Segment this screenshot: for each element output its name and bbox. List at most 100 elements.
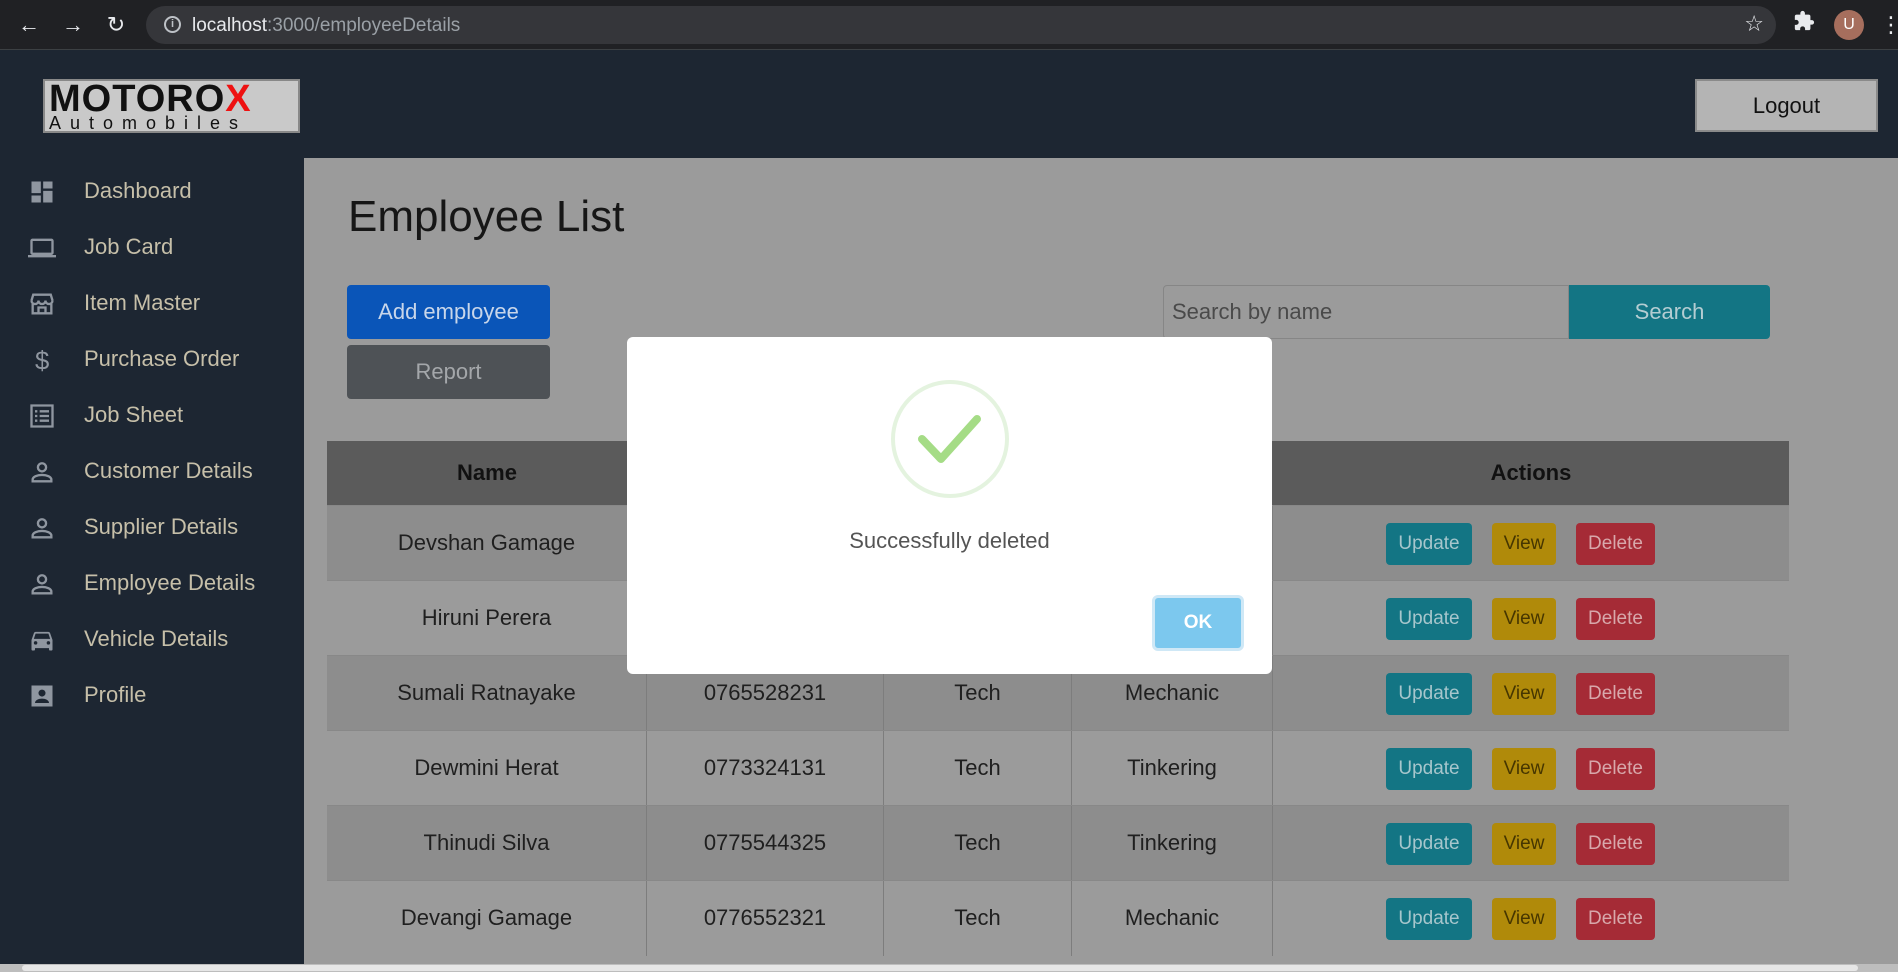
row-actions: Update View Delete xyxy=(1273,506,1789,581)
sidebar-item-profile[interactable]: Profile xyxy=(0,668,304,724)
sidebar-item-label: Purchase Order xyxy=(84,346,240,371)
sidebar-item-job-card[interactable]: Job Card xyxy=(0,220,304,276)
url-host: localhost xyxy=(192,15,267,36)
employee-phone: 0776552321 xyxy=(647,881,884,956)
view-button[interactable]: View xyxy=(1492,748,1556,790)
extensions-puzzle-icon[interactable] xyxy=(1790,10,1818,38)
delete-button[interactable]: Delete xyxy=(1576,748,1655,790)
success-message: Successfully deleted xyxy=(849,528,1050,553)
dollar-icon: $ xyxy=(35,347,49,374)
report-button[interactable]: Report xyxy=(347,345,550,399)
site-info-icon[interactable]: i xyxy=(164,16,181,33)
delete-button[interactable]: Delete xyxy=(1576,598,1655,640)
bookmark-star-icon[interactable]: ☆ xyxy=(1744,11,1764,37)
employee-name: Dewmini Herat xyxy=(327,731,647,806)
back-arrow-icon[interactable]: ← xyxy=(14,10,44,40)
employee-name: Sumali Ratnayake xyxy=(327,656,647,731)
view-button[interactable]: View xyxy=(1492,523,1556,565)
row-actions: Update View Delete xyxy=(1273,656,1789,731)
update-button[interactable]: Update xyxy=(1386,598,1472,640)
search-input[interactable]: Search by name xyxy=(1163,285,1569,339)
person-icon xyxy=(31,518,53,539)
laptop-icon xyxy=(28,238,56,258)
sidebar-item-label: Customer Details xyxy=(84,458,253,483)
address-bar[interactable]: i localhost:3000/employeeDetails ☆ xyxy=(146,6,1776,44)
page-title: Employee List xyxy=(348,192,625,241)
person-icon xyxy=(31,462,53,483)
update-button[interactable]: Update xyxy=(1386,523,1472,565)
view-button[interactable]: View xyxy=(1492,673,1556,715)
profile-card-icon xyxy=(31,685,53,707)
search-button[interactable]: Search xyxy=(1569,285,1770,339)
url-text[interactable]: localhost:3000/employeeDetails xyxy=(192,15,460,37)
sidebar-item-supplier-details[interactable]: Supplier Details xyxy=(0,500,304,556)
logo-subtitle: Automobiles xyxy=(49,113,248,133)
forward-arrow-icon[interactable]: → xyxy=(58,10,88,40)
app-header: MOTOROX Automobiles Logout xyxy=(0,50,1898,158)
employee-name: Devshan Gamage xyxy=(327,506,647,581)
sidebar-item-label: Item Master xyxy=(84,290,201,315)
store-icon xyxy=(30,293,54,315)
row-actions: Update View Delete xyxy=(1273,731,1789,806)
sidebar-item-label: Profile xyxy=(84,682,147,707)
sidebar-item-label: Job Card xyxy=(84,234,174,259)
sidebar-item-dashboard[interactable]: Dashboard xyxy=(0,164,304,220)
view-button[interactable]: View xyxy=(1492,898,1556,940)
update-button[interactable]: Update xyxy=(1386,748,1472,790)
sidebar-item-employee-details[interactable]: Employee Details xyxy=(0,556,304,612)
profile-avatar[interactable]: U xyxy=(1834,10,1864,40)
checkmark-icon xyxy=(918,415,981,463)
scrollbar-thumb[interactable] xyxy=(22,965,1858,971)
view-button[interactable]: View xyxy=(1492,598,1556,640)
sidebar-item-label: Supplier Details xyxy=(84,514,239,539)
motorox-logo[interactable]: MOTOROX Automobiles xyxy=(43,79,300,133)
employee-name: Thinudi Silva xyxy=(327,806,647,881)
employee-name: Devangi Gamage xyxy=(327,881,647,956)
view-button[interactable]: View xyxy=(1492,823,1556,865)
update-button[interactable]: Update xyxy=(1386,823,1472,865)
delete-button[interactable]: Delete xyxy=(1576,523,1655,565)
sidebar-item-vehicle-details[interactable]: Vehicle Details xyxy=(0,612,304,668)
sidebar-item-item-master[interactable]: Item Master xyxy=(0,276,304,332)
sidebar-item-purchase-order[interactable]: $ Purchase Order xyxy=(0,332,304,388)
delete-button[interactable]: Delete xyxy=(1576,823,1655,865)
update-button[interactable]: Update xyxy=(1386,898,1472,940)
sidebar-item-customer-details[interactable]: Customer Details xyxy=(0,444,304,500)
url-path: :3000/employeeDetails xyxy=(267,15,461,36)
employee-name: Hiruni Perera xyxy=(327,581,647,656)
table-row: Thinudi Silva 0775544325 Tech Tinkering … xyxy=(327,805,1789,881)
column-header-name: Name xyxy=(457,460,517,485)
sidebar-item-label: Dashboard xyxy=(84,178,192,203)
employee-role: Tinkering xyxy=(1072,731,1273,806)
car-icon xyxy=(31,631,53,651)
employee-department: Tech xyxy=(884,881,1072,956)
employee-department: Tech xyxy=(884,731,1072,806)
success-checkmark-icon xyxy=(891,380,1009,498)
success-dialog: Successfully deleted OK xyxy=(627,337,1272,674)
sidebar: Dashboard Job Card Item Master $ Purchas… xyxy=(0,158,304,972)
sidebar-item-label: Job Sheet xyxy=(84,402,184,427)
employee-role: Tinkering xyxy=(1072,806,1273,881)
employee-phone: 0775544325 xyxy=(647,806,884,881)
delete-button[interactable]: Delete xyxy=(1576,673,1655,715)
row-actions: Update View Delete xyxy=(1273,881,1789,956)
svg-text:$: $ xyxy=(35,347,49,374)
logout-button[interactable]: Logout xyxy=(1695,79,1878,132)
table-row: Dewmini Herat 0773324131 Tech Tinkering … xyxy=(327,730,1789,806)
sidebar-item-label: Employee Details xyxy=(84,570,256,595)
delete-button[interactable]: Delete xyxy=(1576,898,1655,940)
logo-main-text: MOTOROX xyxy=(49,80,252,118)
horizontal-scrollbar[interactable] xyxy=(0,964,1898,972)
sidebar-item-job-sheet[interactable]: Job Sheet xyxy=(0,388,304,444)
update-button[interactable]: Update xyxy=(1386,673,1472,715)
table-row: Devangi Gamage 0776552321 Tech Mechanic … xyxy=(327,880,1789,956)
ok-button[interactable]: OK xyxy=(1152,595,1244,651)
reload-icon[interactable]: ↻ xyxy=(101,10,131,40)
row-actions: Update View Delete xyxy=(1273,581,1789,656)
dashboard-icon xyxy=(31,181,53,203)
employee-phone: 0773324131 xyxy=(647,731,884,806)
browser-menu-icon[interactable]: ⋮ xyxy=(1880,10,1898,40)
browser-toolbar: ← → ↻ i localhost:3000/employeeDetails ☆… xyxy=(0,0,1898,50)
add-employee-button[interactable]: Add employee xyxy=(347,285,550,339)
sidebar-item-label: Vehicle Details xyxy=(84,626,229,651)
